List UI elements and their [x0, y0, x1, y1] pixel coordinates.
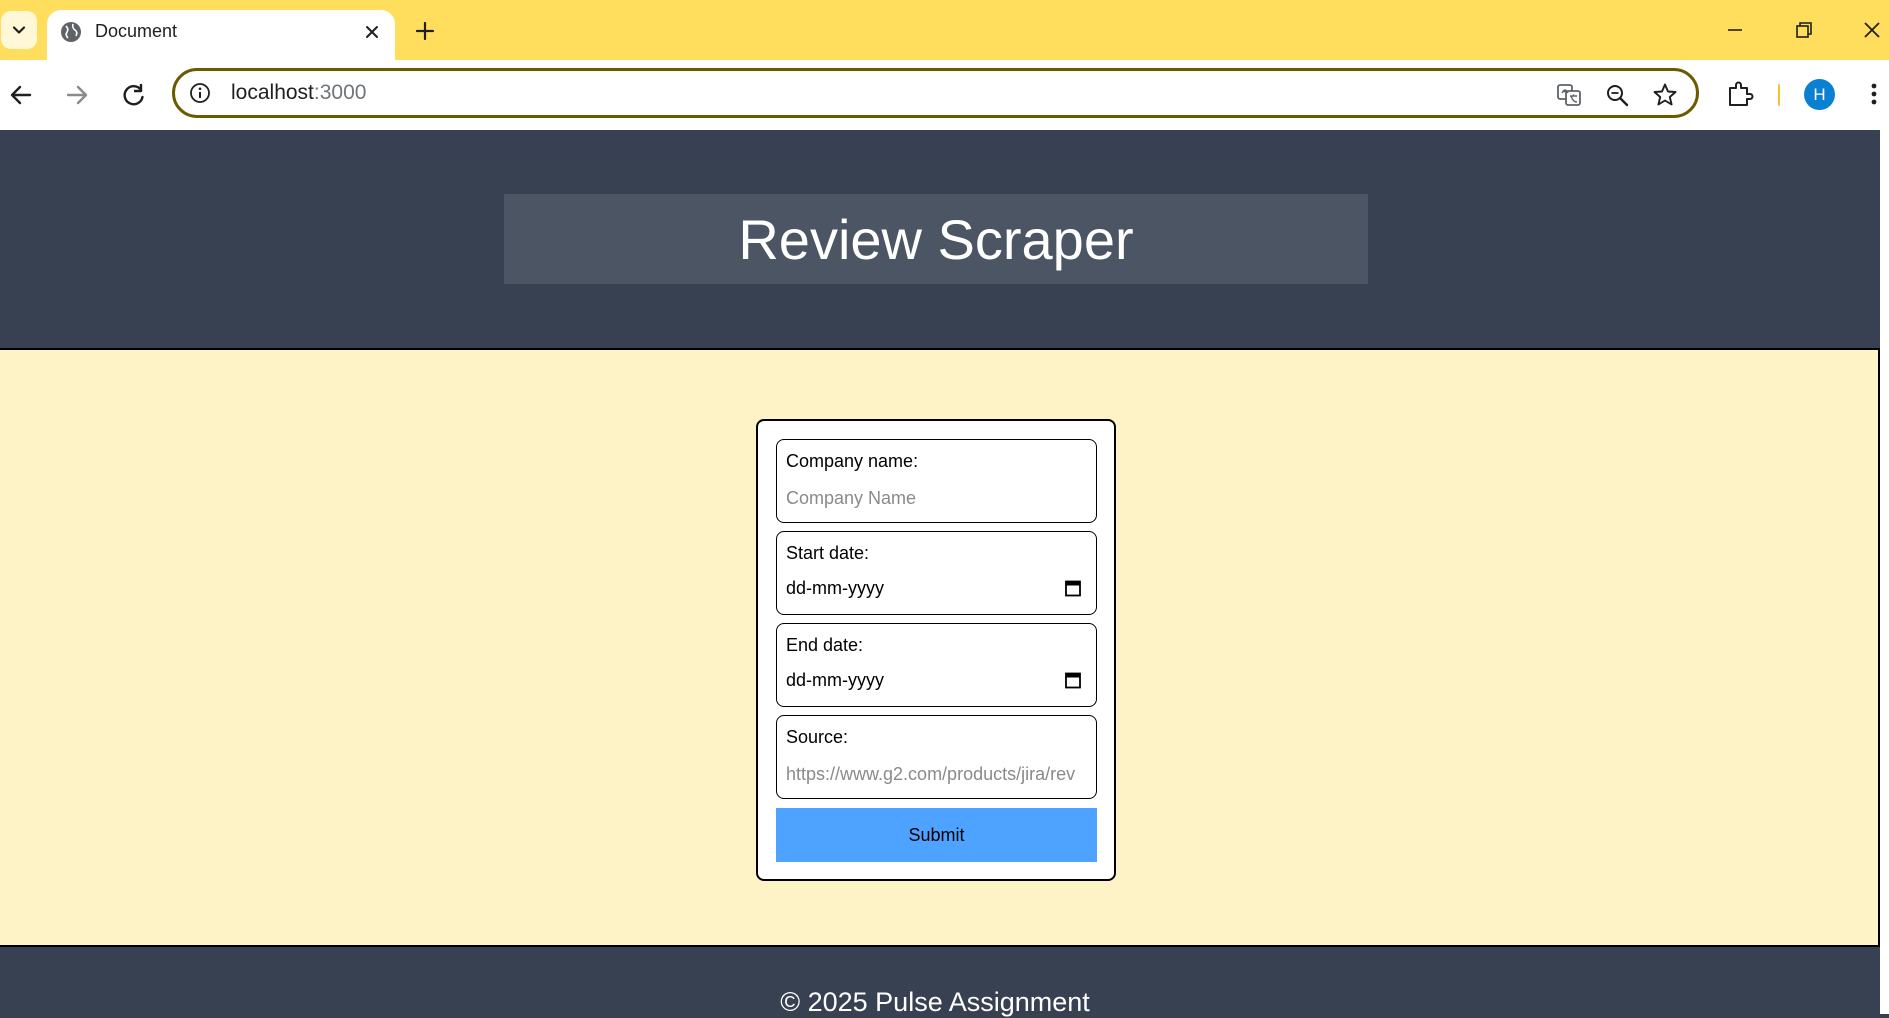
end-date-field: End date: dd-mm-yyyy	[776, 623, 1097, 707]
info-icon[interactable]	[189, 82, 211, 104]
start-date-input[interactable]: dd-mm-yyyy	[786, 578, 884, 599]
close-icon[interactable]	[361, 21, 383, 43]
company-name-field: Company name:	[776, 439, 1097, 523]
profile-avatar[interactable]: H	[1804, 79, 1835, 110]
calendar-icon[interactable]	[1064, 578, 1082, 598]
star-icon[interactable]	[1651, 81, 1679, 109]
source-input[interactable]	[786, 762, 1086, 786]
globe-icon	[61, 22, 81, 42]
zoom-icon[interactable]	[1603, 81, 1631, 109]
scrollbar-track[interactable]	[1880, 130, 1889, 1014]
source-field: Source:	[776, 715, 1097, 799]
url-host: localhost	[231, 81, 314, 104]
footer-copyright: © 2025 Pulse Assignment	[780, 987, 1090, 1017]
more-vert-icon[interactable]	[1858, 78, 1889, 110]
translate-icon[interactable]	[1555, 81, 1583, 109]
page-footer: © 2025 Pulse Assignment	[0, 947, 1889, 1017]
company-name-input[interactable]	[786, 486, 1086, 510]
restore-icon[interactable]	[1789, 15, 1819, 45]
active-tab[interactable]: Document	[47, 10, 395, 60]
browser-toolbar: localhost:3000 H	[0, 60, 1889, 130]
source-label: Source:	[786, 727, 849, 747]
url-port: :3000	[313, 81, 367, 104]
calendar-icon[interactable]	[1064, 670, 1082, 690]
submit-button[interactable]: Submit	[776, 808, 1097, 862]
reload-icon[interactable]	[117, 78, 151, 112]
end-date-input[interactable]: dd-mm-yyyy	[786, 670, 884, 691]
chevron-down-icon	[12, 26, 26, 34]
url-text: localhost:3000	[231, 81, 366, 105]
forward-arrow-icon[interactable]	[60, 78, 94, 112]
main-content: Company name: Start date: dd-mm-yyyy End…	[0, 348, 1880, 947]
close-window-icon[interactable]	[1857, 15, 1887, 45]
company-name-label: Company name:	[786, 451, 919, 471]
tab-title: Document	[95, 21, 178, 41]
toolbar-separator	[1778, 84, 1780, 106]
start-date-field: Start date: dd-mm-yyyy	[776, 531, 1097, 615]
back-arrow-icon[interactable]	[4, 78, 38, 112]
address-bar[interactable]: localhost:3000	[172, 68, 1699, 118]
start-date-label: Start date:	[786, 543, 870, 563]
page-header: Review Scraper	[0, 130, 1889, 348]
end-date-label: End date:	[786, 635, 864, 655]
plus-icon[interactable]	[412, 18, 438, 44]
page-title: Review Scraper	[504, 194, 1368, 284]
scraper-form: Company name: Start date: dd-mm-yyyy End…	[756, 419, 1116, 881]
tab-search-button[interactable]	[1, 11, 37, 49]
extensions-icon[interactable]	[1724, 78, 1756, 110]
minimize-icon[interactable]	[1720, 15, 1750, 45]
browser-tab-strip: Document	[0, 0, 1889, 60]
